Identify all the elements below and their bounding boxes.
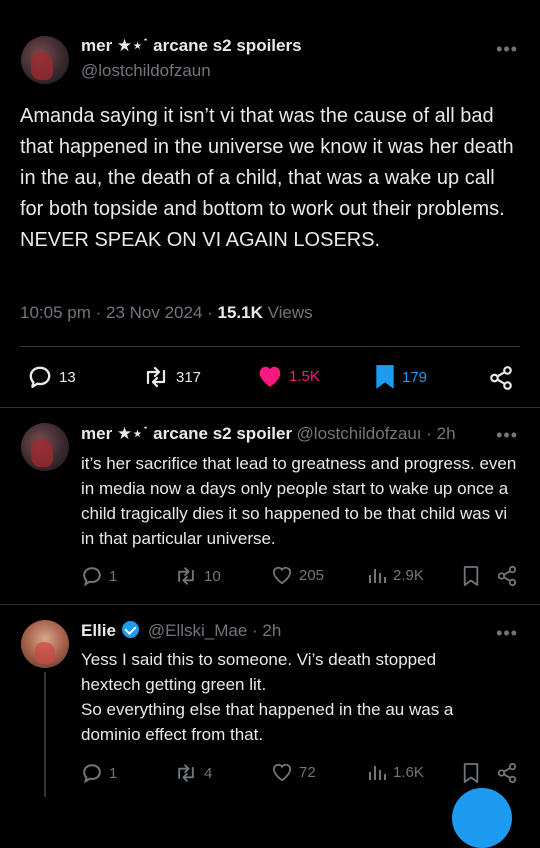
share-button[interactable] xyxy=(496,762,518,784)
avatar[interactable] xyxy=(21,423,69,471)
tweet-text-line: Yess I said this to someone. Vi’s death … xyxy=(81,650,437,669)
views-count: 2.9K xyxy=(393,566,424,584)
avatar[interactable] xyxy=(21,620,69,668)
like-count: 72 xyxy=(299,763,316,781)
retweet-button[interactable]: 10 xyxy=(174,565,221,587)
reply-icon xyxy=(29,366,51,388)
compose-button[interactable] xyxy=(452,788,512,848)
reply-count: 13 xyxy=(59,368,76,386)
action-bar: 13 317 1.5K 179 xyxy=(0,364,540,392)
tweet-text: Yess I said this to someone. Vi’s death … xyxy=(81,647,521,747)
share-button[interactable] xyxy=(496,565,518,587)
reply-button[interactable]: 1 xyxy=(81,762,117,784)
views-label: Views xyxy=(262,303,313,322)
bookmark-icon xyxy=(376,365,394,389)
display-name[interactable]: Ellie xyxy=(81,621,116,640)
views-button[interactable]: 1.6K xyxy=(367,762,424,782)
share-icon xyxy=(490,366,512,390)
action-bar: 1 10 205 2.9K xyxy=(0,565,540,593)
reply-count: 1 xyxy=(109,567,118,585)
share-icon xyxy=(497,565,517,587)
bookmark-button[interactable] xyxy=(462,762,480,784)
reply-button[interactable]: 1 xyxy=(81,565,117,587)
retweet-icon xyxy=(146,366,166,388)
views-count: 15.1K xyxy=(217,303,263,322)
views-count: 1.6K xyxy=(393,763,424,781)
like-count: 205 xyxy=(299,566,325,584)
reply-header: mer ★⋆˙ arcane s2 spoiler @lostchildofza… xyxy=(81,424,456,444)
reply-button[interactable]: 13 xyxy=(27,364,76,390)
like-button[interactable]: 205 xyxy=(271,565,324,585)
bookmark-icon xyxy=(463,763,479,783)
avatar[interactable] xyxy=(21,36,69,84)
display-name[interactable]: mer ★⋆˙ arcane s2 spoilers xyxy=(81,36,302,56)
share-button[interactable] xyxy=(488,365,514,391)
bookmark-icon xyxy=(463,566,479,586)
more-horizontal-icon[interactable]: ••• xyxy=(496,40,518,58)
timestamp[interactable]: · 2h xyxy=(247,621,281,640)
like-button[interactable]: 72 xyxy=(271,762,316,782)
tweet-text-line: So everything else that happened in the … xyxy=(81,700,454,719)
bookmark-count: 179 xyxy=(402,368,428,386)
retweet-count: 317 xyxy=(176,368,202,386)
timestamp[interactable]: · 2h xyxy=(422,424,455,443)
handle[interactable]: @Ellski_Mae xyxy=(148,621,247,640)
verified-badge-icon xyxy=(122,621,140,638)
reply-icon xyxy=(83,567,101,587)
retweet-button[interactable]: 317 xyxy=(142,364,201,390)
tweet-meta: 10:05 pm · 23 Nov 2024 · 15.1K Views xyxy=(20,303,313,323)
divider xyxy=(0,407,540,408)
handle[interactable]: @lostchildofzauı xyxy=(297,424,422,443)
more-horizontal-icon[interactable]: ••• xyxy=(496,624,518,642)
divider xyxy=(0,604,540,605)
heart-icon xyxy=(272,566,292,585)
like-button[interactable]: 1.5K xyxy=(257,364,320,388)
retweet-button[interactable]: 4 xyxy=(174,762,212,784)
retweet-icon xyxy=(178,764,194,782)
bookmark-button[interactable] xyxy=(462,565,480,587)
share-icon xyxy=(497,762,517,784)
more-horizontal-icon[interactable]: ••• xyxy=(496,426,518,444)
bookmark-button[interactable]: 179 xyxy=(374,364,427,390)
heart-icon xyxy=(272,763,292,782)
retweet-count: 4 xyxy=(204,764,213,782)
display-name[interactable]: mer ★⋆˙ arcane s2 spoiler xyxy=(81,424,292,443)
reply-icon xyxy=(83,764,101,784)
timestamp[interactable]: 10:05 pm · 23 Nov 2024 · xyxy=(20,303,218,322)
views-button[interactable]: 2.9K xyxy=(367,565,424,585)
views-icon xyxy=(369,766,386,780)
retweet-count: 10 xyxy=(204,567,221,585)
retweet-icon xyxy=(178,567,194,585)
action-bar: 1 4 72 1.6K xyxy=(0,762,540,790)
like-count: 1.5K xyxy=(289,367,320,385)
tweet-text: Amanda saying it isn’t vi that was the c… xyxy=(20,105,514,251)
tweet-text-line: dominio effect from that. xyxy=(81,725,264,744)
reply-header: Ellie @Ellski_Mae · 2h xyxy=(81,621,281,641)
divider xyxy=(20,346,520,347)
views-icon xyxy=(369,569,386,583)
handle[interactable]: @lostchildofzaun xyxy=(81,61,211,81)
heart-icon xyxy=(259,366,281,387)
tweet-text-line: hextech getting green lit. xyxy=(81,675,267,694)
reply-count: 1 xyxy=(109,764,118,782)
tweet-text: it’s her sacrifice that lead to greatnes… xyxy=(81,454,517,548)
